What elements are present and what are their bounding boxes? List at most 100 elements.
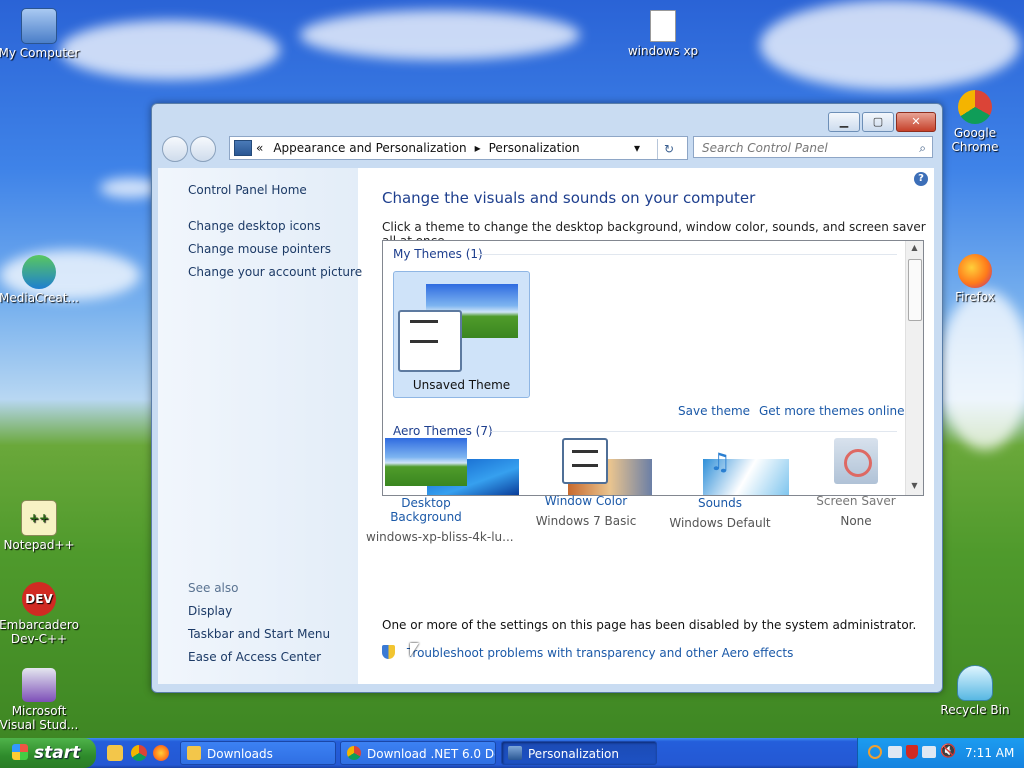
tray-volume-icon[interactable]: 🔇	[940, 744, 956, 759]
desktop-icon-dev-cpp[interactable]: DEV Embarcadero Dev-C++	[0, 582, 81, 646]
task-downloads[interactable]: Downloads	[180, 741, 336, 765]
my-themes-header: My Themes (1)	[393, 247, 483, 261]
desktop-icon-firefox[interactable]: Firefox	[933, 254, 1017, 304]
desktop-background-setting[interactable]: Desktop Background windows-xp-bliss-4k-l…	[366, 438, 514, 544]
navigation-bar: « Appearance and Personalization ▸ Perso…	[160, 135, 934, 162]
desktop-icon-label: Firefox	[955, 290, 995, 304]
desktop-icon-label: MediaCreat...	[0, 291, 79, 305]
aero-themes-header: Aero Themes (7)	[393, 424, 493, 438]
desktop-icon-label: Embarcadero Dev-C++	[0, 618, 79, 646]
close-button[interactable]: ✕	[896, 112, 936, 132]
windows-flag-icon	[12, 744, 28, 760]
desktop-icon-label: Google Chrome	[951, 126, 999, 154]
caption-buttons: ▁ ▢ ✕	[828, 112, 936, 132]
maximize-button[interactable]: ▢	[862, 112, 894, 132]
main-pane: ? Change the visuals and sounds on your …	[358, 168, 934, 684]
scroll-up-icon[interactable]: ▲	[906, 243, 923, 252]
start-button[interactable]: start	[0, 738, 96, 768]
screen-saver-link: Screen Saver	[816, 494, 896, 508]
document-icon	[650, 10, 676, 42]
search-placeholder: Search Control Panel	[702, 141, 828, 155]
get-more-themes-link[interactable]: Get more themes online	[759, 404, 905, 418]
window-content: Control Panel Home Change desktop icons …	[158, 168, 934, 684]
screen-saver-setting: Screen Saver None	[796, 438, 916, 528]
window-color-setting[interactable]: Window Color Windows 7 Basic	[526, 438, 646, 528]
search-icon[interactable]: ⌕	[919, 137, 926, 159]
firefox-icon	[958, 254, 992, 288]
taskbar-start-menu-link[interactable]: Taskbar and Start Menu	[188, 627, 330, 641]
task-personalization[interactable]: Personalization	[501, 741, 657, 765]
visual-studio-icon	[22, 668, 56, 702]
breadcrumb-appearance[interactable]: Appearance and Personalization	[273, 141, 466, 155]
desktop-icon-label: Notepad++	[3, 538, 75, 552]
breadcrumb-personalization[interactable]: Personalization	[489, 141, 580, 155]
computer-icon	[21, 8, 57, 44]
change-desktop-icons-link[interactable]: Change desktop icons	[188, 219, 321, 233]
theme-label: Unsaved Theme	[412, 378, 511, 392]
clock[interactable]: 7:11 AM	[965, 746, 1014, 760]
start-label: start	[34, 743, 81, 763]
refresh-button[interactable]: ↻	[657, 139, 680, 159]
window-color-link[interactable]: Window Color	[526, 494, 646, 508]
sounds-icon: ♫	[709, 448, 731, 476]
minimize-button[interactable]: ▁	[828, 112, 860, 132]
breadcrumb-separator[interactable]: ▸	[475, 141, 481, 155]
control-panel-home-link[interactable]: Control Panel Home	[188, 183, 307, 197]
display-link[interactable]: Display	[188, 604, 232, 618]
tray-network-icon[interactable]	[888, 746, 902, 758]
mouse-cursor-icon	[410, 643, 419, 657]
forward-button[interactable]	[190, 136, 216, 162]
address-bar[interactable]: « Appearance and Personalization ▸ Perso…	[229, 136, 688, 160]
back-button[interactable]	[162, 136, 188, 162]
ease-of-access-link[interactable]: Ease of Access Center	[188, 650, 321, 664]
search-input[interactable]: Search Control Panel ⌕	[693, 136, 933, 158]
desktop-icon-notepad-plus-plus[interactable]: ++ Notepad++	[0, 500, 81, 552]
desktop-icon-recycle-bin[interactable]: Recycle Bin	[933, 665, 1017, 717]
folder-icon	[187, 746, 201, 760]
quick-launch-explorer-icon[interactable]	[107, 745, 123, 761]
task-chrome-download[interactable]: Download .NET 6.0 De...	[340, 741, 496, 765]
desktop-icon-label: Microsoft Visual Stud...	[0, 704, 79, 732]
theme-unsaved[interactable]: Unsaved Theme	[393, 271, 530, 398]
wallpaper-cloud	[300, 10, 580, 60]
troubleshoot-link[interactable]: Troubleshoot problems with transparency …	[407, 646, 794, 660]
quick-launch-firefox-icon[interactable]	[153, 745, 169, 761]
tray-shield-icon[interactable]	[906, 745, 918, 759]
desktop-icon-my-computer[interactable]: My Computer	[0, 8, 81, 60]
desktop-icon-mediacreation[interactable]: MediaCreat...	[0, 255, 81, 305]
desktop-icon-windows-xp[interactable]: windows xp	[621, 10, 705, 58]
group-divider	[477, 254, 897, 255]
sounds-link[interactable]: Sounds	[660, 496, 780, 510]
personalization-window: ▁ ▢ ✕ « Appearance and Personalization ▸…	[151, 103, 943, 693]
tray-monitor-icon[interactable]	[922, 746, 936, 758]
desktop-icon-label: windows xp	[627, 44, 699, 58]
tray-search-icon[interactable]	[868, 745, 882, 759]
wallpaper-cloud	[940, 290, 1024, 450]
group-divider	[491, 431, 897, 432]
desktop-background-value: windows-xp-bliss-4k-lu...	[366, 530, 514, 544]
system-tray: 🔇 7:11 AM	[857, 738, 1024, 768]
page-title: Change the visuals and sounds on your co…	[382, 189, 756, 207]
quick-launch-chrome-icon[interactable]	[131, 745, 147, 761]
save-theme-link[interactable]: Save theme	[678, 404, 750, 418]
help-icon[interactable]: ?	[914, 172, 928, 186]
breadcrumb-prefix[interactable]: «	[256, 141, 263, 155]
shield-icon	[382, 645, 395, 659]
desktop-background-icon	[385, 438, 467, 486]
taskbar: start Downloads Download .NET 6.0 De... …	[0, 738, 1024, 768]
sounds-setting[interactable]: ♫ Sounds Windows Default	[660, 438, 780, 530]
desktop-icon-visual-studio[interactable]: Microsoft Visual Stud...	[0, 668, 81, 732]
change-account-picture-link[interactable]: Change your account picture	[188, 265, 362, 279]
window-color-icon	[398, 310, 462, 372]
change-mouse-pointers-link[interactable]: Change mouse pointers	[188, 242, 331, 256]
control-panel-icon	[508, 746, 522, 760]
address-dropdown-icon[interactable]: ▾	[634, 141, 640, 155]
desktop-icon-google-chrome[interactable]: Google Chrome	[933, 90, 1017, 154]
desktop-background-link[interactable]: Desktop Background	[366, 496, 486, 524]
recycle-bin-icon	[957, 665, 993, 701]
admin-notice: One or more of the settings on this page…	[382, 618, 917, 632]
notepad-plus-plus-icon: ++	[21, 500, 57, 536]
screen-saver-value: None	[840, 514, 872, 528]
sounds-value: Windows Default	[669, 516, 771, 530]
scroll-thumb[interactable]	[908, 259, 922, 321]
